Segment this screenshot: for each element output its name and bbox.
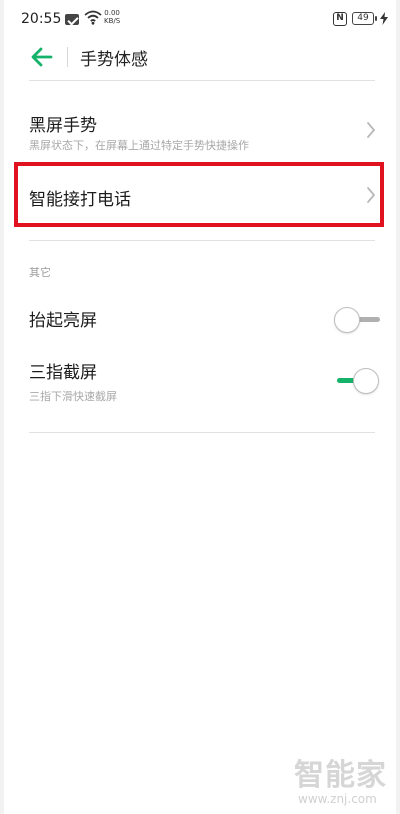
watermark-logo: 智能家 <box>294 758 387 793</box>
toggle-knob <box>353 368 379 394</box>
battery-icon: 49 <box>352 12 377 25</box>
nfc-icon: N <box>333 12 347 26</box>
section-divider-line <box>29 240 375 241</box>
three-finger-screenshot-subtitle: 三指下滑快速截屏 <box>29 390 117 403</box>
annotation-highlight-box <box>14 162 384 227</box>
header-divider-line <box>29 80 375 81</box>
raise-to-wake-title: 抬起亮屏 <box>29 311 97 331</box>
phone-screen: 20:55 0.00 KB/S N 49 手势体感 黑屏手势 黑屏状态下，在屏幕… <box>4 0 396 814</box>
black-screen-gesture-subtitle: 黑屏状态下，在屏幕上通过特定手势快捷操作 <box>29 139 249 152</box>
black-screen-gesture-row[interactable]: 黑屏手势 黑屏状态下，在屏幕上通过特定手势快捷操作 <box>4 96 396 158</box>
three-finger-screenshot-toggle[interactable] <box>335 368 379 394</box>
chevron-right-icon <box>367 122 375 138</box>
raise-to-wake-row: 抬起亮屏 <box>4 290 396 346</box>
section-label-other: 其它 <box>29 266 51 279</box>
watermark-url: www.znj.com <box>298 792 377 806</box>
three-finger-screenshot-title: 三指截屏 <box>29 363 97 383</box>
page-title: 手势体感 <box>80 50 148 70</box>
header: 手势体感 <box>4 38 396 78</box>
status-time: 20:55 <box>21 11 62 27</box>
status-bar: 20:55 0.00 KB/S N 49 <box>4 0 396 38</box>
raise-to-wake-toggle[interactable] <box>334 307 380 333</box>
wifi-icon <box>84 10 102 25</box>
network-speed-value: 0.00 <box>104 9 120 17</box>
notification-icon <box>65 14 79 25</box>
bottom-divider-line <box>29 432 375 433</box>
header-divider <box>67 47 68 67</box>
battery-level: 49 <box>357 13 369 23</box>
black-screen-gesture-title: 黑屏手势 <box>29 116 97 136</box>
watermark: 智能家 www.znj.com <box>290 750 396 810</box>
network-speed: 0.00 KB/S <box>104 9 120 25</box>
three-finger-screenshot-row: 三指截屏 三指下滑快速截屏 <box>4 350 396 412</box>
back-arrow-icon[interactable] <box>30 46 54 68</box>
charging-icon <box>380 12 388 25</box>
network-speed-unit: KB/S <box>104 17 121 25</box>
toggle-knob <box>334 307 360 333</box>
